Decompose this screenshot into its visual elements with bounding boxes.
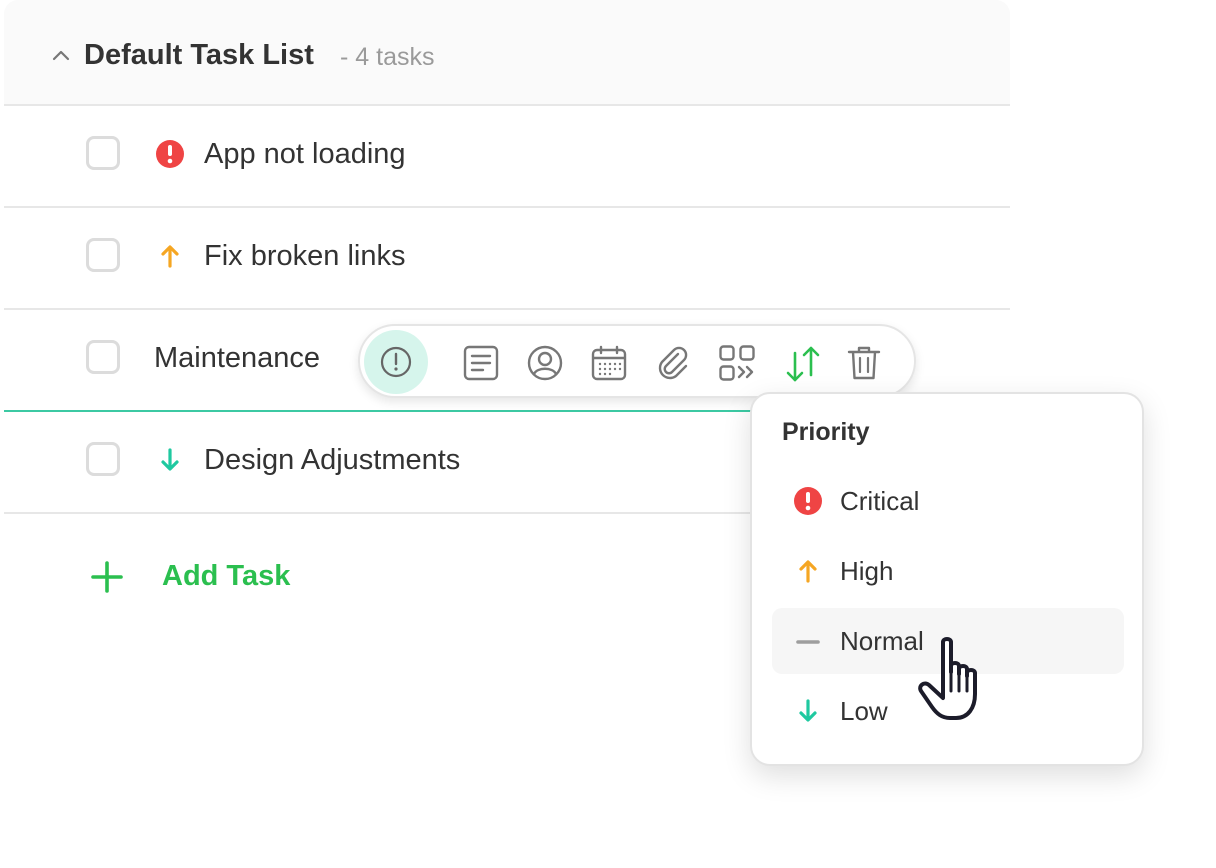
priority-option-critical[interactable]: Critical	[772, 468, 1124, 534]
priority-icon	[380, 346, 412, 378]
move-button[interactable]	[708, 334, 766, 392]
task-checkbox[interactable]	[86, 340, 120, 374]
priority-option-label: Critical	[840, 486, 920, 516]
critical-icon	[794, 487, 822, 515]
dash-icon	[796, 640, 820, 644]
priority-option-label: Normal	[840, 626, 924, 656]
task-checkbox[interactable]	[86, 442, 120, 476]
move-to-list-icon	[719, 345, 755, 381]
high-priority-arrow-up-icon	[161, 245, 179, 268]
task-count: - 4 tasks	[340, 43, 435, 71]
task-row[interactable]: Fix broken links	[4, 206, 1010, 310]
sort-arrows-icon	[786, 346, 820, 382]
task-name[interactable]: Design Adjustments	[204, 440, 460, 480]
attachment-button[interactable]	[644, 334, 702, 392]
priority-option-label: High	[840, 556, 894, 586]
paperclip-icon	[658, 346, 688, 380]
notes-button[interactable]	[452, 334, 510, 392]
sort-button[interactable]	[772, 334, 830, 392]
task-list-title[interactable]: Default Task List	[84, 34, 314, 76]
user-avatar-icon	[527, 345, 563, 381]
assignee-button[interactable]	[516, 334, 574, 392]
notes-icon	[463, 345, 499, 381]
delete-button[interactable]	[836, 334, 894, 392]
calendar-icon	[591, 345, 627, 381]
task-action-toolbar	[358, 324, 916, 398]
priority-option-high[interactable]: High	[772, 538, 1124, 604]
due-date-button[interactable]	[580, 334, 638, 392]
add-task-plus-icon[interactable]	[90, 560, 124, 594]
priority-dropdown-title: Priority	[782, 418, 870, 446]
task-name[interactable]: Fix broken links	[204, 236, 405, 276]
task-row[interactable]: App not loading	[4, 104, 1010, 208]
critical-priority-icon	[156, 140, 184, 168]
chevron-up-icon[interactable]	[50, 44, 72, 66]
trash-icon	[847, 346, 881, 380]
task-checkbox[interactable]	[86, 136, 120, 170]
hand-pointer-cursor-icon	[918, 637, 977, 720]
task-checkbox[interactable]	[86, 238, 120, 272]
task-name[interactable]: Maintenance	[154, 338, 320, 378]
add-task-button[interactable]: Add Task	[162, 556, 290, 596]
task-name[interactable]: App not loading	[204, 134, 406, 174]
priority-button[interactable]	[364, 330, 428, 394]
arrow-down-icon	[799, 699, 817, 722]
arrow-up-icon	[799, 560, 817, 583]
priority-option-label: Low	[840, 696, 888, 726]
low-priority-arrow-down-icon	[161, 448, 179, 471]
task-list-header: Default Task List - 4 tasks	[4, 0, 1010, 106]
